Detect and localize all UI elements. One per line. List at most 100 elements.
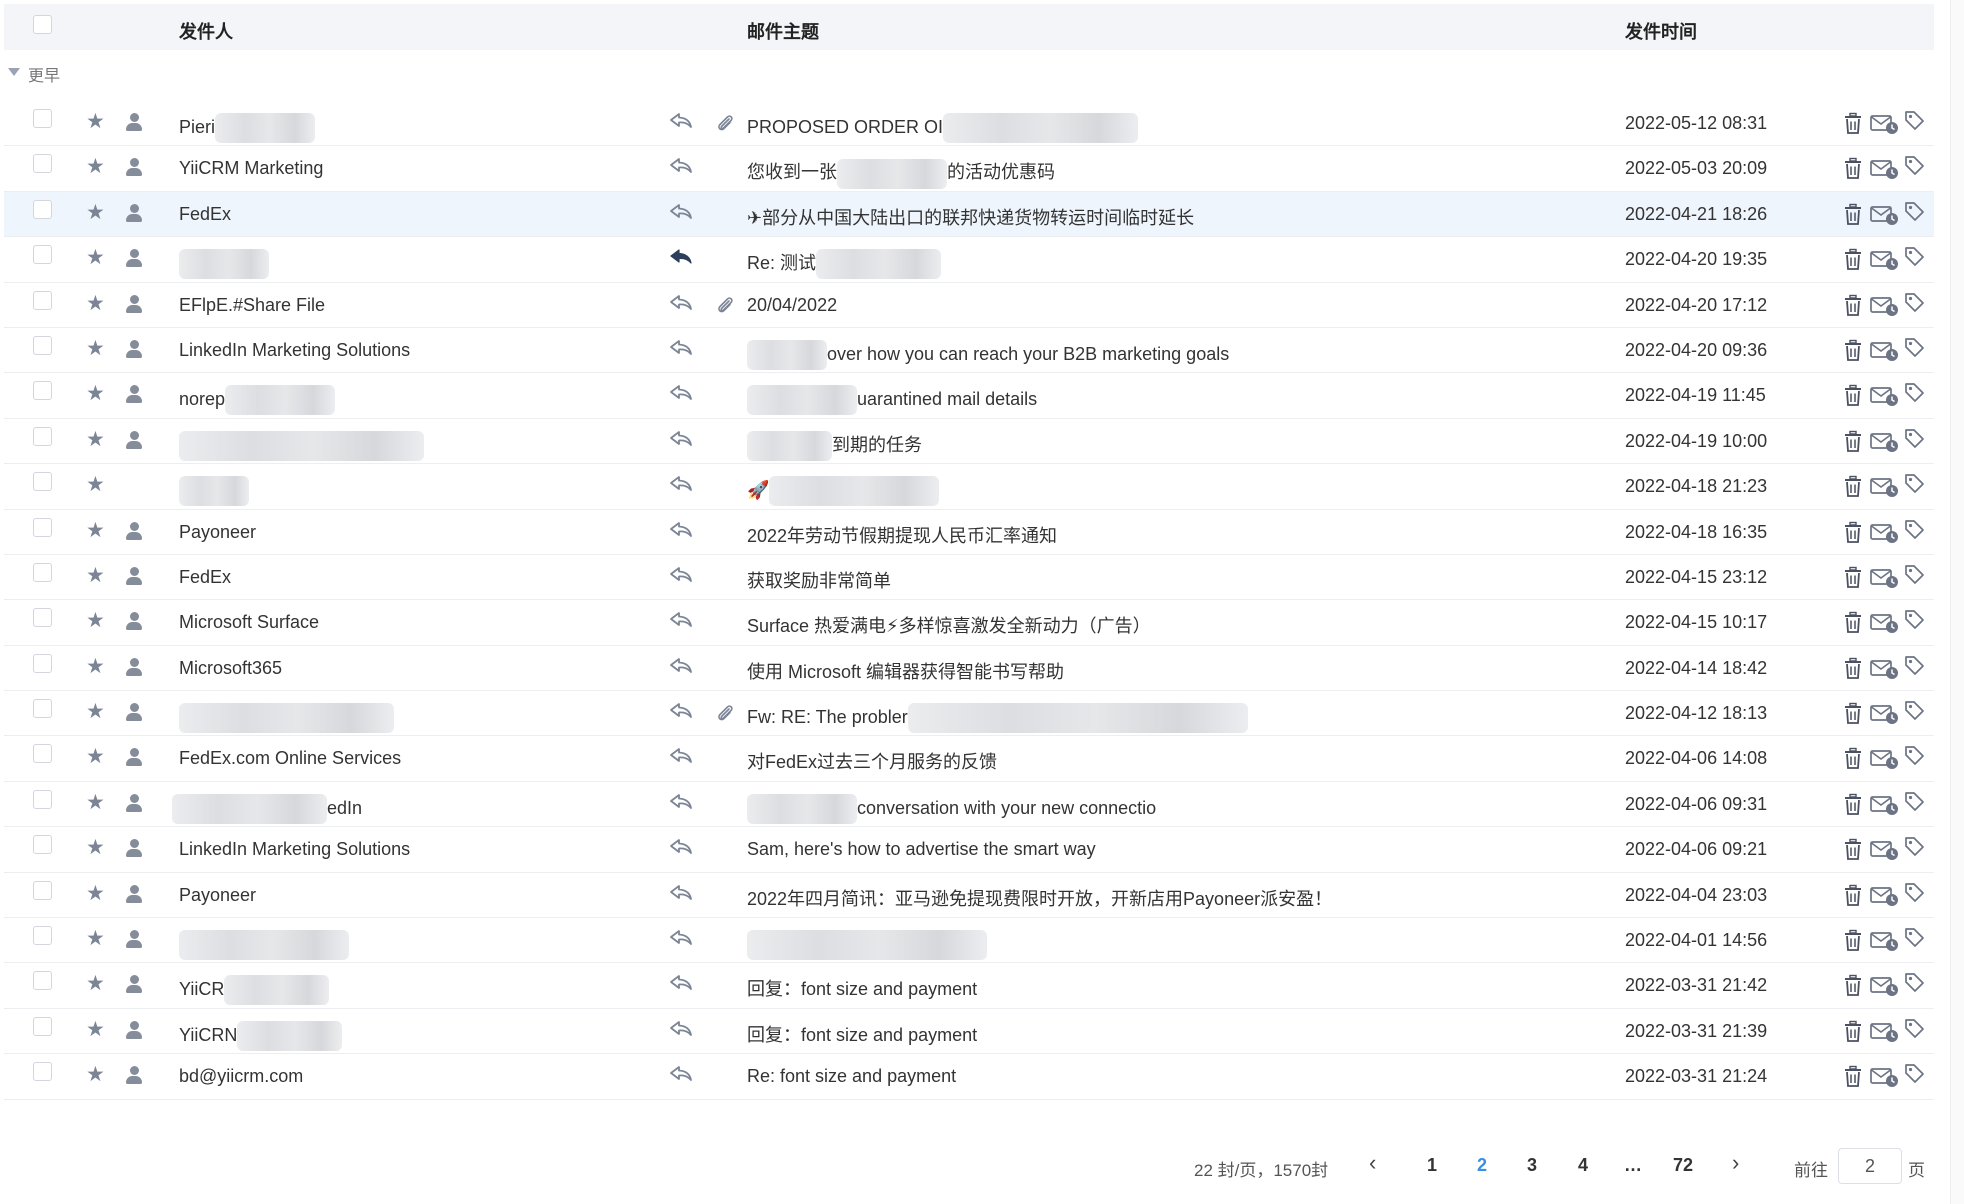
star-icon[interactable]: ★	[86, 656, 105, 677]
sender-cell[interactable]	[179, 430, 424, 461]
mail-row[interactable]: ★ norep uarantined mail details 2022-04-19 …	[4, 373, 1934, 419]
sender-cell[interactable]: YiiCR	[179, 975, 330, 1006]
row-checkbox[interactable]	[33, 562, 52, 582]
mail-row[interactable]: ★ 🚀 2022-04-18 21:23	[4, 464, 1934, 510]
mail-row[interactable]: ★ 到期的任务 2022-04-19 10:00	[4, 419, 1934, 465]
sender-cell[interactable]: LinkedIn Marketing Solutions	[179, 340, 410, 361]
mail-row[interactable]: ★ Microsoft365 使用 Microsoft 编辑器获得智能书写帮助 202…	[4, 646, 1934, 692]
delete-button[interactable]	[1843, 974, 1865, 998]
tag-button[interactable]	[1903, 518, 1925, 540]
star-icon[interactable]: ★	[86, 338, 105, 359]
reply-status[interactable]	[668, 836, 694, 856]
tag-button[interactable]	[1903, 245, 1925, 267]
sender-cell[interactable]: Microsoft Surface	[179, 612, 319, 633]
page-1[interactable]: 1	[1427, 1155, 1437, 1176]
reply-status[interactable]	[668, 473, 694, 493]
tag-button[interactable]	[1903, 971, 1925, 993]
subject-cell[interactable]: Surface 热爱满电⚡多样惊喜激发全新动力（广告）	[747, 612, 1151, 638]
schedule-mail-button[interactable]	[1870, 340, 1900, 362]
row-checkbox[interactable]	[33, 109, 52, 128]
mail-row[interactable]: ★ FedEx.com Online Services 对FedEx过去三个月服务的…	[4, 736, 1934, 782]
star-icon[interactable]: ★	[86, 383, 105, 404]
delete-button[interactable]	[1843, 294, 1865, 318]
tag-button[interactable]	[1903, 291, 1925, 313]
sender-cell[interactable]: YiiCRN	[179, 1020, 343, 1051]
subject-cell[interactable]: Re: font size and payment	[747, 1066, 956, 1087]
subject-cell[interactable]: 您收到一张 的活动优惠码	[747, 158, 1055, 189]
schedule-mail-button[interactable]	[1870, 113, 1900, 135]
sender-cell[interactable]: FedEx	[179, 204, 231, 225]
sender-cell[interactable]: YiiCRM Marketing	[179, 158, 323, 179]
star-icon[interactable]: ★	[86, 928, 105, 949]
schedule-mail-button[interactable]	[1870, 930, 1900, 952]
row-checkbox[interactable]	[33, 608, 52, 628]
reply-status[interactable]	[668, 564, 694, 584]
row-checkbox[interactable]	[33, 290, 52, 310]
schedule-mail-button[interactable]	[1870, 522, 1900, 544]
tag-button[interactable]	[1903, 1017, 1925, 1039]
tag-button[interactable]	[1903, 881, 1925, 903]
row-checkbox[interactable]	[33, 971, 52, 991]
row-checkbox[interactable]	[33, 335, 52, 355]
schedule-mail-button[interactable]	[1870, 975, 1900, 997]
sender-cell[interactable]: LinkedIn Marketing Solutions	[179, 839, 410, 860]
collapse-arrow-icon[interactable]	[8, 68, 20, 76]
tag-button[interactable]	[1903, 154, 1925, 176]
delete-button[interactable]	[1843, 112, 1865, 136]
row-checkbox[interactable]	[33, 744, 52, 764]
star-icon[interactable]: ★	[86, 474, 105, 495]
reply-status[interactable]	[668, 609, 694, 629]
schedule-mail-button[interactable]	[1870, 839, 1900, 861]
reply-status[interactable]	[668, 382, 694, 402]
reply-status[interactable]	[668, 745, 694, 765]
star-icon[interactable]: ★	[86, 1019, 105, 1040]
schedule-mail-button[interactable]	[1870, 1021, 1900, 1043]
mail-row[interactable]: ★ Payoneer 2022年四月简讯：亚马逊免提现费限时开放，开新店用Payon…	[4, 873, 1934, 919]
subject-cell[interactable]: 获取奖励非常简单	[747, 567, 891, 593]
mail-row[interactable]: ★ LinkedIn Marketing Solutions over how yo…	[4, 328, 1934, 374]
page-72[interactable]: 72	[1673, 1155, 1693, 1176]
sender-cell[interactable]: Pieri	[179, 113, 316, 143]
mail-row[interactable]: ★ FedEx 获取奖励非常简单 2022-04-15 23:12	[4, 555, 1934, 601]
reply-status[interactable]	[668, 292, 694, 312]
row-checkbox[interactable]	[33, 381, 52, 401]
row-checkbox[interactable]	[33, 245, 52, 265]
reply-status[interactable]	[668, 337, 694, 357]
star-icon[interactable]: ★	[86, 701, 105, 722]
subject-cell[interactable]: PROPOSED ORDER OI	[747, 113, 1139, 143]
mail-row[interactable]: ★ FedEx ✈部分从中国大陆出口的联邦快递货物转运时间临时延长 2022-04-2…	[4, 191, 1934, 238]
schedule-mail-button[interactable]	[1870, 158, 1900, 180]
delete-button[interactable]	[1843, 248, 1865, 272]
star-icon[interactable]: ★	[86, 1064, 105, 1085]
delete-button[interactable]	[1843, 203, 1865, 227]
delete-button[interactable]	[1843, 929, 1865, 953]
row-checkbox[interactable]	[33, 1016, 52, 1036]
star-icon[interactable]: ★	[86, 293, 105, 314]
tag-button[interactable]	[1903, 790, 1925, 812]
mail-row[interactable]: ★ bd@yiicrm.com Re: font size and payment 2…	[4, 1054, 1934, 1100]
delete-button[interactable]	[1843, 157, 1865, 181]
subject-cell[interactable]: Re: 测试	[747, 249, 942, 280]
row-checkbox[interactable]	[33, 426, 52, 446]
reply-status[interactable]	[668, 246, 694, 266]
star-icon[interactable]: ★	[86, 792, 105, 813]
schedule-mail-button[interactable]	[1870, 567, 1900, 589]
subject-cell[interactable]: 使用 Microsoft 编辑器获得智能书写帮助	[747, 658, 1064, 684]
sender-cell[interactable]	[179, 930, 349, 961]
star-icon[interactable]: ★	[86, 837, 105, 858]
row-checkbox[interactable]	[33, 835, 52, 855]
mail-row[interactable]: ★ YiiCRM Marketing 您收到一张 的活动优惠码 2022-05-03 2…	[4, 146, 1934, 192]
subject-cell[interactable]: 回复：font size and payment	[747, 1021, 977, 1047]
schedule-mail-button[interactable]	[1870, 204, 1900, 226]
column-subject[interactable]: 邮件主题	[747, 18, 819, 44]
mail-row[interactable]: ★ 2022-04-01 14:56	[4, 918, 1934, 964]
tag-button[interactable]	[1903, 427, 1925, 449]
sender-cell[interactable]	[179, 249, 269, 280]
row-checkbox[interactable]	[33, 789, 52, 809]
tag-button[interactable]	[1903, 744, 1925, 766]
prev-page-icon[interactable]: ‹	[1369, 1150, 1376, 1176]
star-icon[interactable]: ★	[86, 111, 105, 132]
subject-cell[interactable]: 回复：font size and payment	[747, 975, 977, 1001]
subject-cell[interactable]: 2022年四月简讯：亚马逊免提现费限时开放，开新店用Payoneer派安盈！	[747, 885, 1332, 911]
schedule-mail-button[interactable]	[1870, 476, 1900, 498]
